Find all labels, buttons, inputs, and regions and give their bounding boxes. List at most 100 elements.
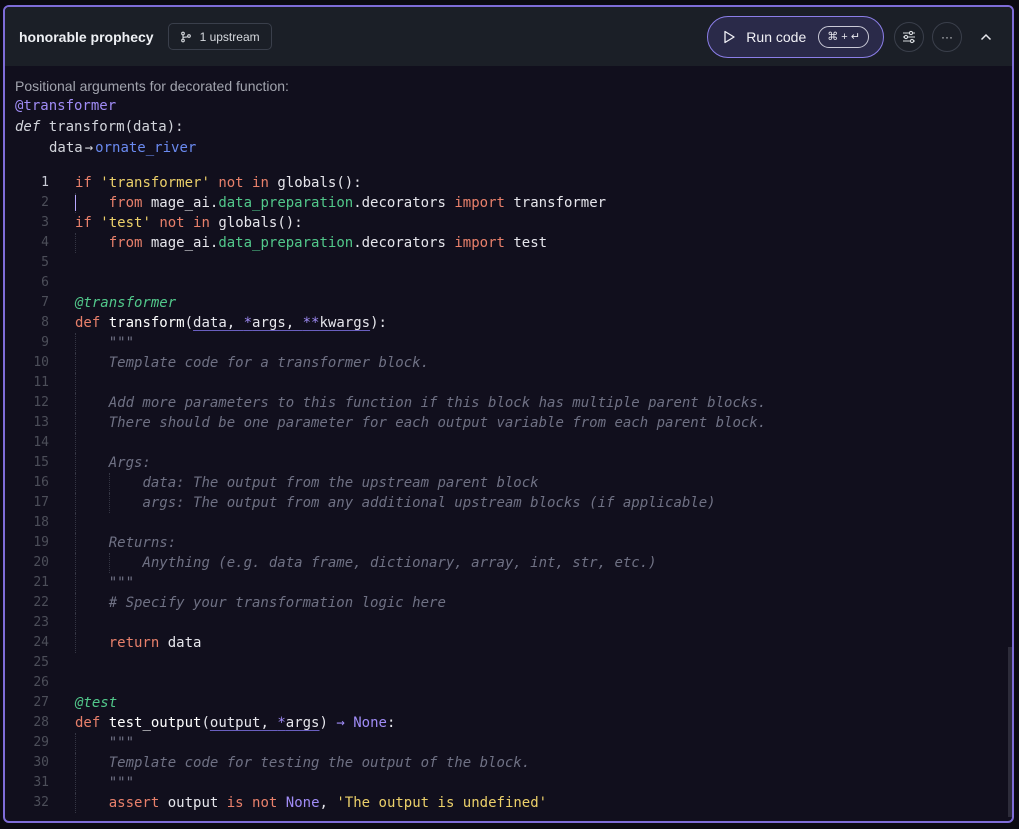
code-text: if 'transformer' not in globals(): — [75, 175, 362, 191]
code-line[interactable]: 19 Returns: — [5, 533, 1012, 553]
code-text: """ — [108, 735, 135, 751]
code-line[interactable]: 15 Args: — [5, 453, 1012, 473]
indent-guide — [75, 373, 76, 393]
line-number: 6 — [41, 275, 49, 290]
line-number: 31 — [33, 775, 49, 790]
code-line[interactable]: 4 from mage_ai.data_preparation.decorato… — [5, 233, 1012, 253]
code-line[interactable]: 17 args: The output from any additional … — [5, 493, 1012, 513]
code-line[interactable]: 13 There should be one parameter for eac… — [5, 413, 1012, 433]
code-line[interactable]: 2 from mage_ai.data_preparation.decorato… — [5, 193, 1012, 213]
line-number: 7 — [41, 295, 49, 310]
arrow-right-icon: → — [84, 140, 94, 156]
code-line[interactable]: 7 @transformer — [5, 293, 1012, 313]
code-line[interactable]: 16 data: The output from the upstream pa… — [5, 473, 1012, 493]
run-code-label: Run code — [746, 28, 807, 45]
indent-guide — [75, 433, 76, 453]
line-number: 2 — [41, 195, 49, 210]
info-def-keyword: def — [15, 119, 41, 135]
code-line[interactable]: 29 """ — [5, 733, 1012, 753]
code-line[interactable]: 8 def transform(data, *args, **kwargs): — [5, 313, 1012, 333]
code-line[interactable]: 12 Add more parameters to this function … — [5, 393, 1012, 413]
line-number: 1 — [41, 175, 49, 190]
code-text: Template code for testing the output of … — [108, 755, 531, 771]
positional-arguments-label: Positional arguments for decorated funct… — [15, 78, 289, 94]
code-line[interactable]: 25 — [5, 653, 1012, 673]
code-line[interactable]: 22 # Specify your transformation logic h… — [5, 593, 1012, 613]
code-text: def test_output(output, *args) → None: — [75, 715, 396, 731]
code-text: """ — [108, 575, 135, 591]
block-title[interactable]: honorable prophecy — [19, 29, 154, 45]
line-number: 20 — [33, 555, 49, 570]
info-arg-name: data — [49, 140, 83, 156]
code-line[interactable]: 18 — [5, 513, 1012, 533]
ellipsis-icon: ··· — [941, 29, 953, 44]
code-text: if 'test' not in globals(): — [75, 215, 303, 231]
code-text: @test — [75, 695, 118, 711]
code-line[interactable]: 27 @test — [5, 693, 1012, 713]
code-line[interactable]: 11 — [5, 373, 1012, 393]
code-text: Add more parameters to this function if … — [108, 395, 767, 411]
code-line[interactable]: 14 — [5, 433, 1012, 453]
line-number: 17 — [33, 495, 49, 510]
chevron-up-icon — [980, 33, 992, 40]
code-text: Anything (e.g. data frame, dictionary, a… — [142, 555, 657, 571]
code-line[interactable]: 21 """ — [5, 573, 1012, 593]
line-number: 13 — [33, 415, 49, 430]
code-line[interactable]: 1 if 'transformer' not in globals(): — [5, 173, 1012, 193]
play-icon — [724, 30, 735, 43]
line-number: 21 — [33, 575, 49, 590]
code-line[interactable]: 30 Template code for testing the output … — [5, 753, 1012, 773]
line-number: 27 — [33, 695, 49, 710]
code-line[interactable]: 3 if 'test' not in globals(): — [5, 213, 1012, 233]
line-number: 22 — [33, 595, 49, 610]
upstream-label: 1 upstream — [199, 29, 260, 44]
code-line[interactable]: 24 return data — [5, 633, 1012, 653]
positional-arguments-panel: Positional arguments for decorated funct… — [5, 66, 1012, 159]
line-number: 9 — [41, 335, 49, 350]
more-options-button[interactable]: ··· — [932, 21, 962, 52]
code-text: """ — [108, 775, 135, 791]
settings-button[interactable] — [894, 21, 924, 52]
code-text: data: The output from the upstream paren… — [142, 475, 539, 491]
code-line[interactable]: 5 — [5, 253, 1012, 273]
code-line[interactable]: 32 assert output is not None, 'The outpu… — [5, 793, 1012, 813]
line-number: 29 — [33, 735, 49, 750]
indent-guide — [75, 613, 76, 633]
line-number: 25 — [33, 655, 49, 670]
code-line[interactable]: 26 — [5, 673, 1012, 693]
code-line[interactable]: 20 Anything (e.g. data frame, dictionary… — [5, 553, 1012, 573]
code-line[interactable]: 9 """ — [5, 333, 1012, 353]
line-number: 30 — [33, 755, 49, 770]
code-editor[interactable]: 1 if 'transformer' not in globals(): 2 fro… — [5, 173, 1012, 813]
code-text: return data — [108, 635, 202, 651]
code-text: Template code for a transformer block. — [108, 355, 430, 371]
line-number: 5 — [41, 255, 49, 270]
indent-guide — [75, 513, 76, 533]
line-number: 23 — [33, 615, 49, 630]
collapse-button[interactable] — [974, 25, 998, 49]
code-text: Args: — [108, 455, 151, 471]
upstream-button[interactable]: 1 upstream — [167, 23, 272, 50]
code-text: There should be one parameter for each o… — [108, 415, 767, 431]
editor-scrollbar[interactable] — [1008, 647, 1012, 817]
sliders-icon — [903, 30, 915, 43]
code-text: # Specify your transformation logic here — [108, 595, 446, 611]
line-number: 11 — [33, 375, 49, 390]
code-text: def transform(data, *args, **kwargs): — [75, 315, 387, 331]
line-number: 14 — [33, 435, 49, 450]
info-arg-source[interactable]: ornate_river — [95, 140, 196, 156]
code-line[interactable]: 6 — [5, 273, 1012, 293]
code-text: """ — [108, 335, 135, 351]
keyboard-shortcut-badge: ⌘ + ↵ — [818, 25, 869, 48]
line-number: 10 — [33, 355, 49, 370]
code-line[interactable]: 31 """ — [5, 773, 1012, 793]
code-line[interactable]: 10 Template code for a transformer block… — [5, 353, 1012, 373]
run-code-button[interactable]: Run code ⌘ + ↵ — [707, 15, 884, 58]
code-text: args: The output from any additional ups… — [142, 495, 716, 511]
line-number: 32 — [33, 795, 49, 810]
code-block: honorable prophecy 1 upstream Run code ⌘… — [3, 5, 1014, 823]
line-number: 19 — [33, 535, 49, 550]
code-line[interactable]: 28 def test_output(output, *args) → None: — [5, 713, 1012, 733]
branch-icon — [180, 31, 191, 42]
code-line[interactable]: 23 — [5, 613, 1012, 633]
